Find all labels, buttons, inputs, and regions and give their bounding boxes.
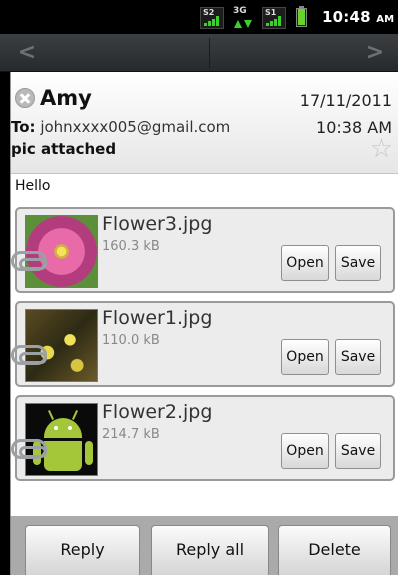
attachment-item: Flower3.jpg 160.3 kB Open Save	[11, 207, 395, 293]
message-view[interactable]: Amy 17/11/2011 To: johnxxxx005@gmail.com…	[10, 72, 398, 516]
recipient-address: johnxxxx005@gmail.com	[40, 118, 231, 136]
to-label: To:	[11, 118, 36, 136]
attachment-size: 214.7 kB	[102, 427, 160, 442]
data-3g-icon: 3G	[231, 5, 255, 29]
open-attachment-button[interactable]: Open	[281, 433, 329, 469]
attachment-item: Flower1.jpg 110.0 kB Open Save	[11, 301, 395, 387]
star-icon[interactable]: ☆	[370, 136, 393, 162]
paperclip-icon	[11, 251, 47, 271]
status-time-ampm: AM	[376, 14, 395, 25]
paperclip-icon	[11, 439, 47, 459]
attachment-size: 160.3 kB	[102, 239, 160, 254]
reply-all-button[interactable]: Reply all	[151, 525, 269, 575]
message-header: Amy 17/11/2011 To: johnxxxx005@gmail.com…	[11, 72, 398, 174]
open-attachment-button[interactable]: Open	[281, 339, 329, 375]
signal-sim1-icon: S1	[262, 7, 286, 29]
previous-message-button[interactable]: <	[12, 40, 42, 66]
data-3g-label: 3G	[233, 6, 247, 16]
presence-offline-icon	[15, 88, 35, 108]
delete-button[interactable]: Delete	[278, 525, 391, 575]
attachment-name: Flower1.jpg	[102, 307, 213, 329]
action-bar: Reply Reply all Delete	[10, 516, 398, 575]
attachment-size: 110.0 kB	[102, 333, 160, 348]
open-attachment-button[interactable]: Open	[281, 245, 329, 281]
save-attachment-button[interactable]: Save	[335, 245, 381, 281]
attachment-name: Flower3.jpg	[102, 213, 213, 235]
reply-button[interactable]: Reply	[25, 525, 140, 575]
recipient-line: To: johnxxxx005@gmail.com	[11, 118, 230, 136]
signal-sim2-icon: S2	[200, 7, 224, 29]
chevron-left-icon: <	[17, 40, 37, 65]
save-attachment-button[interactable]: Save	[335, 433, 381, 469]
status-time-value: 10:48	[322, 8, 371, 26]
paperclip-icon	[11, 345, 47, 365]
battery-icon	[296, 6, 307, 27]
status-bar: S2 3G S1 10:48 AM	[0, 0, 398, 34]
next-message-button[interactable]: >	[360, 40, 390, 66]
message-date: 17/11/2011	[299, 91, 392, 110]
chevron-right-icon: >	[365, 40, 385, 65]
nav-divider	[209, 38, 210, 68]
save-attachment-button[interactable]: Save	[335, 339, 381, 375]
attachment-item: Flower2.jpg 214.7 kB Open Save	[11, 395, 395, 481]
status-time: 10:48 AM	[322, 8, 394, 26]
message-body: Hello	[15, 178, 51, 194]
sender-name[interactable]: Amy	[40, 86, 92, 110]
attachment-name: Flower2.jpg	[102, 401, 213, 423]
message-nav-bar: < >	[0, 34, 398, 72]
message-subject: pic attached	[11, 140, 117, 158]
